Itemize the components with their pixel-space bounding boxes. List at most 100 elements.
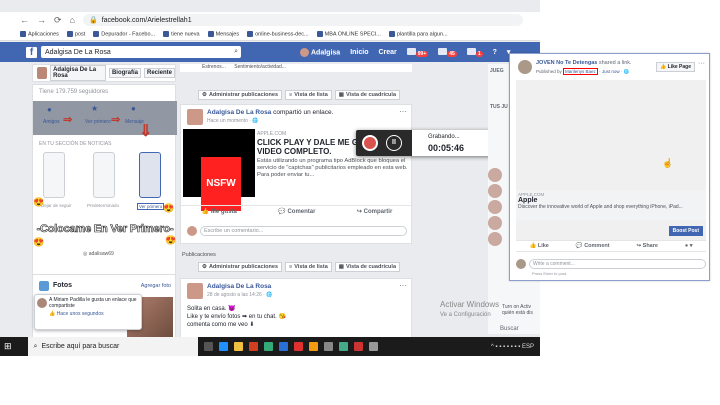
app-icon[interactable]	[308, 342, 318, 351]
boost-post-button[interactable]: Boost Post	[668, 226, 703, 236]
folder-icon[interactable]	[233, 342, 243, 351]
stop-record-button[interactable]	[362, 135, 378, 151]
manage-posts-button[interactable]: ⚙ Administrar publicaciones	[198, 262, 283, 272]
pause-button[interactable]: II	[386, 135, 402, 151]
word-icon[interactable]	[278, 342, 288, 351]
more-options-icon[interactable]: ···	[399, 107, 407, 116]
app-icon[interactable]	[353, 342, 363, 351]
link-title: Apple	[518, 197, 538, 204]
page-name[interactable]: JOVEN No Te Detengas	[536, 60, 597, 66]
bookmark-4[interactable]: Mensajes	[207, 30, 239, 37]
add-photo-link[interactable]: Agregar foto	[141, 283, 171, 289]
biography-select[interactable]: Biografía	[108, 68, 141, 78]
phone-default[interactable]	[93, 152, 115, 198]
notifications-icon[interactable]: 1	[466, 47, 483, 57]
list-view-button[interactable]: ≡ Vista de lista	[285, 262, 332, 272]
list-view-button[interactable]: ≡ Vista de lista	[285, 90, 332, 100]
avatar[interactable]	[187, 283, 203, 299]
app-icon[interactable]	[323, 342, 333, 351]
comment-input[interactable]: Write a comment...	[529, 259, 706, 269]
facebook-logo-icon[interactable]: f	[26, 46, 37, 58]
share-button[interactable]: ↪ Share	[637, 243, 658, 249]
help-icon[interactable]: ?	[493, 49, 497, 56]
post-author[interactable]: Adalgisa De La Rosa	[207, 283, 271, 290]
facebook-icon	[66, 30, 73, 37]
post-author[interactable]: Adalgisa De La Rosa	[207, 109, 271, 116]
avatar[interactable]	[187, 109, 203, 125]
forward-icon[interactable]: →	[37, 15, 46, 25]
edge-icon[interactable]	[218, 342, 228, 351]
comment-input[interactable]: Escribe un comentario...	[200, 226, 407, 236]
like-button[interactable]: 👍 Me gusta	[202, 208, 237, 215]
grid-view-button[interactable]: ▦ Vista de cuadrícula	[334, 262, 401, 272]
task-view-icon[interactable]	[203, 342, 213, 351]
contact-avatar[interactable]	[488, 216, 502, 230]
profile-name-select[interactable]: Adalgisa De La Rosa	[50, 65, 106, 81]
system-tray[interactable]: ^ ▪ ▪ ▪ ▪ ▪ ▪ ▪ ESP	[491, 344, 534, 350]
grid-view-button[interactable]: ▦ Vista de cuadrícula	[334, 90, 401, 100]
contact-avatar[interactable]	[488, 168, 502, 182]
messages-icon[interactable]: 45	[438, 47, 457, 57]
office-icon[interactable]	[248, 342, 258, 351]
nav-profile[interactable]: Adalgisa	[300, 47, 340, 57]
contact-avatar[interactable]	[488, 184, 502, 198]
comment-button[interactable]: 💬 Comentar	[278, 208, 315, 215]
post-time[interactable]: Just now	[602, 69, 620, 74]
url-field[interactable]: 🔒 facebook.com/Arielestrellah1	[82, 14, 523, 26]
comment-row: Escribe un comentario...	[187, 225, 407, 237]
posts-heading: Publicaciones	[182, 252, 216, 258]
windows-start-icon[interactable]: ⊞	[4, 341, 12, 352]
manage-posts-button[interactable]: ⚙ Administrar publicaciones	[198, 90, 283, 100]
lock-icon: 🔒	[88, 17, 98, 24]
opera-icon[interactable]	[293, 342, 303, 351]
app-icon[interactable]	[368, 342, 378, 351]
phone-unfollow[interactable]	[43, 152, 65, 198]
reload-icon[interactable]: ⟳	[54, 15, 62, 26]
like-page-button[interactable]: 👍 Like Page	[656, 62, 695, 72]
comment-button[interactable]: 💬 Comment	[576, 243, 610, 249]
nav-create[interactable]: Crear	[378, 49, 396, 56]
bookmark-0[interactable]: Aplicaciones	[20, 30, 59, 37]
home-icon[interactable]: ⌂	[70, 15, 75, 25]
emoji-icon: 😈	[228, 306, 236, 312]
more-options-icon[interactable]: ···	[698, 60, 705, 67]
friends-option[interactable]: Amigos	[43, 119, 60, 125]
more-options-icon[interactable]: ···	[399, 281, 407, 290]
emoji-icon: 😍	[33, 197, 45, 207]
record-status: Grabando...	[428, 134, 460, 140]
nav-home[interactable]: Inicio	[350, 49, 368, 56]
app-icon[interactable]	[263, 342, 273, 351]
contact-avatar[interactable]	[488, 232, 502, 246]
audience-icon[interactable]: ● ▾	[685, 243, 693, 249]
bookmark-3[interactable]: tiene nueva	[163, 30, 200, 37]
chrome-icon[interactable]	[338, 342, 348, 351]
bookmark-7[interactable]: plantilla para algun...	[388, 30, 448, 37]
facebook-icon	[207, 30, 214, 37]
photos-title[interactable]: Fotos	[53, 282, 72, 289]
post-time[interactable]: Hace un momento	[207, 118, 248, 124]
friends-icon[interactable]: 99+	[406, 47, 429, 57]
back-icon[interactable]: ←	[20, 15, 29, 25]
share-button[interactable]: ↪ Compartir	[357, 208, 392, 215]
bookmark-1[interactable]: post	[66, 30, 85, 37]
chat-search[interactable]: Buscar	[500, 326, 519, 332]
notification-popup[interactable]: A Miriam Padilla le gusta un enlace que …	[34, 294, 142, 330]
bookmark-5[interactable]: online-business-dec...	[247, 30, 309, 37]
publisher-link[interactable]: Marilenys Baez	[563, 68, 598, 75]
bookmark-2[interactable]: Depurador - Facebo...	[93, 30, 155, 37]
search-icon[interactable]: ⌕	[234, 48, 238, 56]
post-text: Solita en casa. 😈 Like y te envío fotos …	[187, 306, 286, 328]
taskbar-search[interactable]: ⌕ Escribe aquí para buscar	[27, 337, 198, 356]
phone-see-first[interactable]	[139, 152, 161, 198]
link-meta[interactable]: APPLE.COM Apple Discover the innovative …	[516, 190, 706, 220]
contact-avatar[interactable]	[488, 200, 502, 214]
like-button[interactable]: 👍 Like	[529, 243, 548, 249]
link-thumbnail[interactable]: NSFW	[183, 129, 255, 211]
bookmark-6[interactable]: MBA ONLINE SPECI...	[316, 30, 381, 37]
post-time[interactable]: 28 de agosto a las 14:26	[207, 292, 262, 298]
see-first-option[interactable]: Ver primero	[85, 119, 111, 125]
search-input[interactable]: Adalgisa De La Rosa ⌕	[41, 46, 241, 58]
avatar[interactable]	[37, 67, 48, 79]
avatar[interactable]	[518, 60, 532, 74]
recent-select[interactable]: Reciente	[143, 68, 175, 78]
